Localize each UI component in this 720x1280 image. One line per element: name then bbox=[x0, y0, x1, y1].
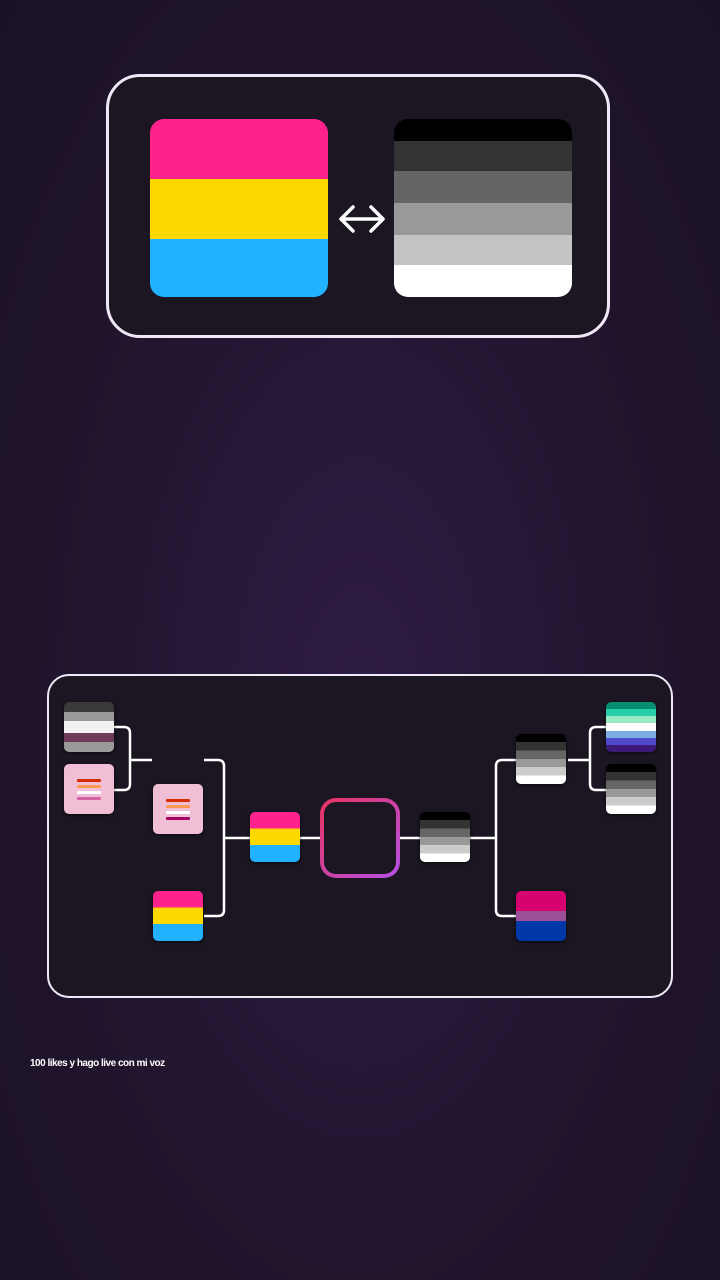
lesbian-flag[interactable] bbox=[153, 784, 203, 834]
lesbian-flag[interactable] bbox=[64, 764, 114, 814]
pansexual-flag[interactable] bbox=[250, 812, 300, 862]
matchup-card bbox=[106, 74, 610, 338]
pansexual-flag[interactable] bbox=[153, 891, 203, 941]
double-arrow-icon[interactable] bbox=[335, 201, 389, 237]
caption-text: 100 likes y hago live con mi voz bbox=[30, 1058, 165, 1069]
heterosexual-flag[interactable] bbox=[606, 764, 656, 814]
heterosexual-flag[interactable] bbox=[420, 812, 470, 862]
demisexual-flag[interactable] bbox=[64, 702, 114, 752]
pansexual-flag-large[interactable] bbox=[150, 119, 328, 297]
heterosexual-flag-large[interactable] bbox=[394, 119, 572, 297]
bisexual-flag[interactable] bbox=[516, 891, 566, 941]
heterosexual-flag[interactable] bbox=[516, 734, 566, 784]
winner-slot[interactable] bbox=[320, 798, 400, 878]
gay-men-flag[interactable] bbox=[606, 702, 656, 752]
